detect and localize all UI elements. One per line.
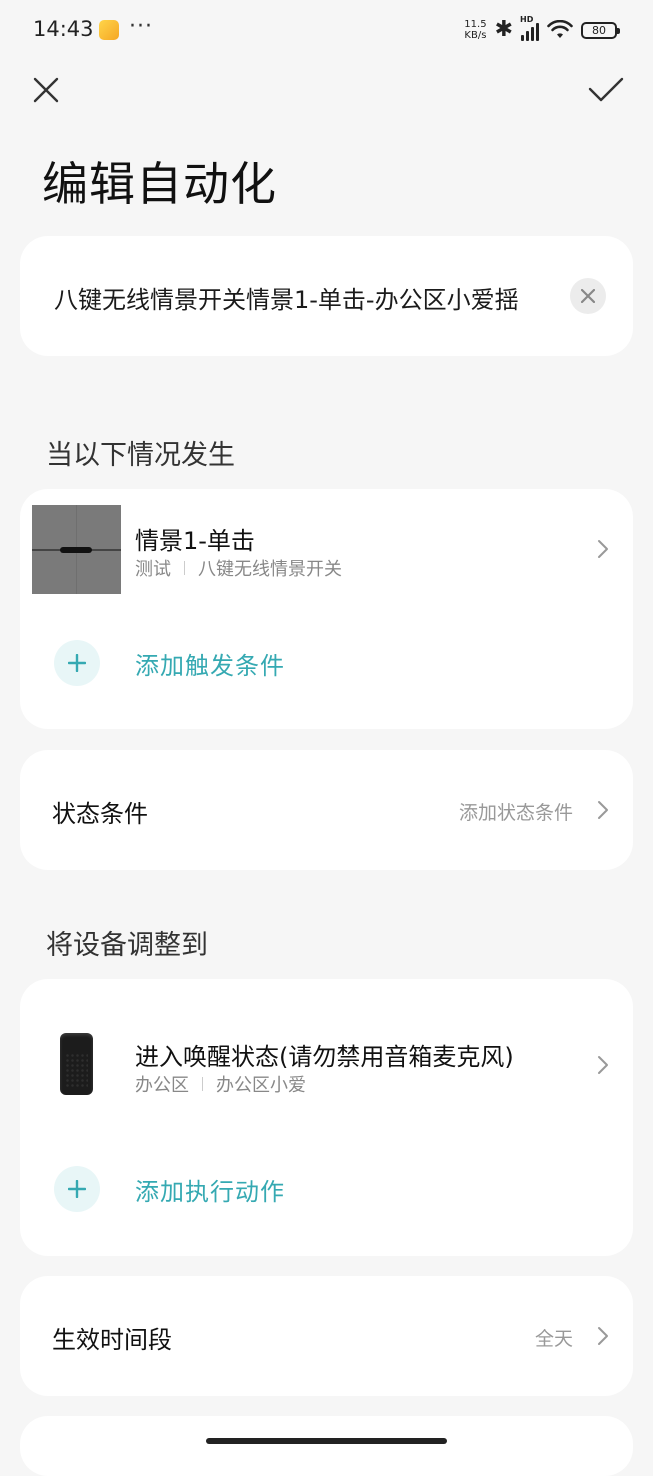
chevron-right-icon <box>598 540 608 558</box>
trigger-room: 测试 <box>135 559 171 580</box>
effective-time-row[interactable]: 生效时间段 全天 <box>20 1276 633 1396</box>
state-condition-value: 添加状态条件 <box>458 802 573 824</box>
bluetooth-icon: ✱ <box>494 17 513 42</box>
trigger-section-label: 当以下情况发生 <box>46 440 235 471</box>
add-trigger-label: 添加触发条件 <box>135 651 285 680</box>
save-button[interactable] <box>582 66 630 114</box>
chevron-right-icon <box>598 1056 608 1074</box>
status-bar: 14:43 ··· 11.5 KB/s ✱ HD 80 <box>0 0 653 60</box>
automation-name-card <box>20 236 633 356</box>
action-subtitle: 办公区 办公区小爱 <box>135 1071 306 1097</box>
state-condition-row[interactable]: 状态条件 添加状态条件 <box>20 750 633 870</box>
notes-app-icon <box>99 20 119 40</box>
action-device: 办公区小爱 <box>216 1075 306 1096</box>
action-item[interactable]: 进入唤醒状态(请勿禁用音箱麦克风) 办公区 办公区小爱 <box>20 979 633 1149</box>
trigger-title: 情景1-单击 <box>135 527 255 555</box>
status-time: 14:43 <box>33 17 94 41</box>
close-button[interactable] <box>22 66 70 114</box>
add-action-button[interactable]: 添加执行动作 <box>54 1166 285 1212</box>
scene-switch-thumbnail <box>32 505 121 594</box>
chevron-right-icon <box>598 801 608 819</box>
page-title: 编辑自动化 <box>42 157 277 211</box>
check-icon <box>588 77 624 102</box>
trigger-item[interactable]: 情景1-单击 测试 八键无线情景开关 <box>20 489 633 609</box>
plus-icon <box>54 1166 100 1212</box>
smart-speaker-image <box>60 1033 93 1095</box>
effective-time-value: 全天 <box>534 1328 573 1350</box>
plus-icon <box>54 640 100 686</box>
cellular-signal-icon: HD <box>520 15 539 41</box>
close-icon <box>33 77 59 103</box>
trigger-device: 八键无线情景开关 <box>198 559 342 580</box>
action-room: 办公区 <box>135 1075 189 1096</box>
add-action-label: 添加执行动作 <box>135 1177 285 1206</box>
chevron-right-icon <box>598 1327 608 1345</box>
trigger-subtitle: 测试 八键无线情景开关 <box>135 555 342 581</box>
clear-name-button[interactable] <box>570 278 606 314</box>
home-indicator[interactable] <box>206 1438 447 1444</box>
automation-name-input[interactable] <box>52 276 546 318</box>
effective-time-label: 生效时间段 <box>52 1326 172 1354</box>
more-notifications-icon: ··· <box>129 14 153 39</box>
state-condition-label: 状态条件 <box>52 800 148 828</box>
action-section-label: 将设备调整到 <box>46 930 208 961</box>
status-indicators: 11.5 KB/s ✱ HD 80 <box>464 15 620 44</box>
wifi-icon <box>547 20 573 38</box>
add-trigger-button[interactable]: 添加触发条件 <box>54 640 285 686</box>
network-speed: 11.5 KB/s <box>464 19 487 41</box>
action-title: 进入唤醒状态(请勿禁用音箱麦克风) <box>135 1043 514 1071</box>
battery-icon: 80 <box>581 21 620 39</box>
next-card-peek <box>20 1416 633 1476</box>
action-card: 进入唤醒状态(请勿禁用音箱麦克风) 办公区 办公区小爱 添加执行动作 <box>20 979 633 1256</box>
clear-icon <box>581 289 595 303</box>
trigger-card: 情景1-单击 测试 八键无线情景开关 添加触发条件 <box>20 489 633 729</box>
